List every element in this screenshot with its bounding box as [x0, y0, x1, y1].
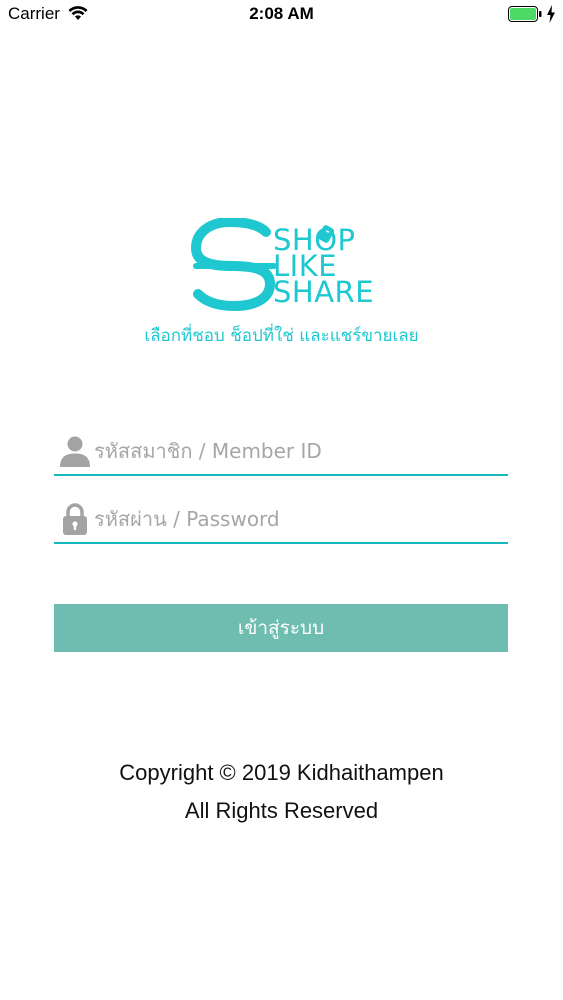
- battery-icon: [508, 6, 542, 22]
- copyright-footer: Copyright © 2019 Kidhaithampen All Right…: [0, 754, 563, 830]
- logo-tagline: เลือกที่ชอบ ช็อปที่ใช่ และแชร์ขายเลย: [144, 326, 419, 346]
- user-icon: [60, 436, 90, 467]
- login-button[interactable]: เข้าสู่ระบบ: [54, 604, 508, 652]
- member-id-field: [54, 428, 508, 476]
- lock-icon: [63, 503, 87, 535]
- rights-reserved-line: All Rights Reserved: [184, 798, 379, 823]
- charging-bolt-icon: [547, 5, 555, 23]
- password-input[interactable]: [94, 502, 494, 536]
- status-bar: Carrier 2:08 AM: [0, 0, 563, 30]
- copyright-line: Copyright © 2019 Kidhaithampen: [119, 760, 444, 785]
- logo-text-share: SHARE: [273, 275, 375, 309]
- status-time: 2:08 AM: [249, 4, 314, 23]
- member-id-input[interactable]: [94, 434, 494, 468]
- password-field: [54, 496, 508, 544]
